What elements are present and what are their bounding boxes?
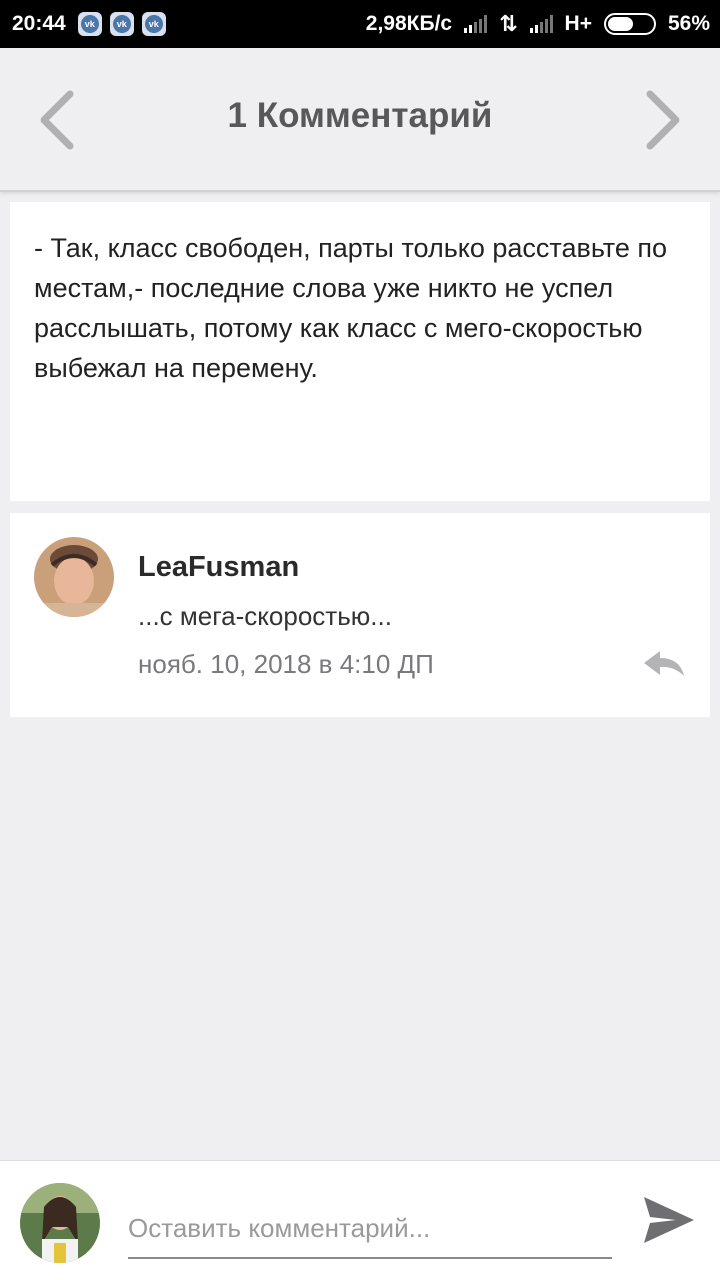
user-avatar-image	[20, 1183, 100, 1263]
data-transfer-icon: ⇅	[499, 11, 518, 36]
post-card: - Так, класс свободен, парты только расс…	[10, 202, 710, 501]
send-button[interactable]	[640, 1191, 698, 1249]
avatar[interactable]	[34, 537, 114, 617]
reply-icon	[644, 651, 684, 676]
comment-date: нояб. 10, 2018 в 4:10 ДП	[138, 649, 434, 679]
network-speed: 2,98КБ/с	[365, 12, 453, 35]
send-icon	[644, 1197, 694, 1243]
vk-notification-icon: vk	[141, 12, 166, 36]
network-type: H+	[564, 12, 592, 35]
status-bar: 20:44 vk vk vk 2,98КБ/с ⇅ H+ 56%	[0, 0, 720, 48]
page-title: 1 Комментарий	[227, 96, 493, 135]
signal-icon-2	[529, 15, 553, 33]
vk-notification-icon: vk	[109, 12, 134, 36]
header: 1 Комментарий	[0, 48, 720, 192]
next-button[interactable]	[644, 88, 684, 152]
comment-item: LeaFusman ...с мега-скоростью... нояб. 1…	[10, 513, 710, 717]
battery-percent: 56%	[667, 12, 710, 35]
compose-bar	[0, 1160, 720, 1280]
comment-author[interactable]: LeaFusman	[138, 551, 299, 584]
vk-notification-icon: vk	[77, 12, 102, 36]
battery-icon	[603, 13, 656, 35]
status-time: 20:44	[12, 12, 66, 35]
comment-input[interactable]	[128, 1199, 612, 1259]
user-avatar	[20, 1183, 100, 1263]
avatar-image	[34, 537, 114, 617]
battery-fill	[607, 17, 633, 31]
signal-icon	[464, 15, 488, 33]
status-right: 2,98КБ/с ⇅ H+ 56%	[366, 12, 710, 36]
post-text: - Так, класс свободен, парты только расс…	[34, 233, 668, 383]
reply-button[interactable]	[642, 649, 686, 679]
comment-text: ...с мега-скоростью...	[138, 601, 392, 631]
chevron-right-icon	[646, 90, 680, 150]
status-left: 20:44 vk vk vk	[12, 12, 174, 36]
